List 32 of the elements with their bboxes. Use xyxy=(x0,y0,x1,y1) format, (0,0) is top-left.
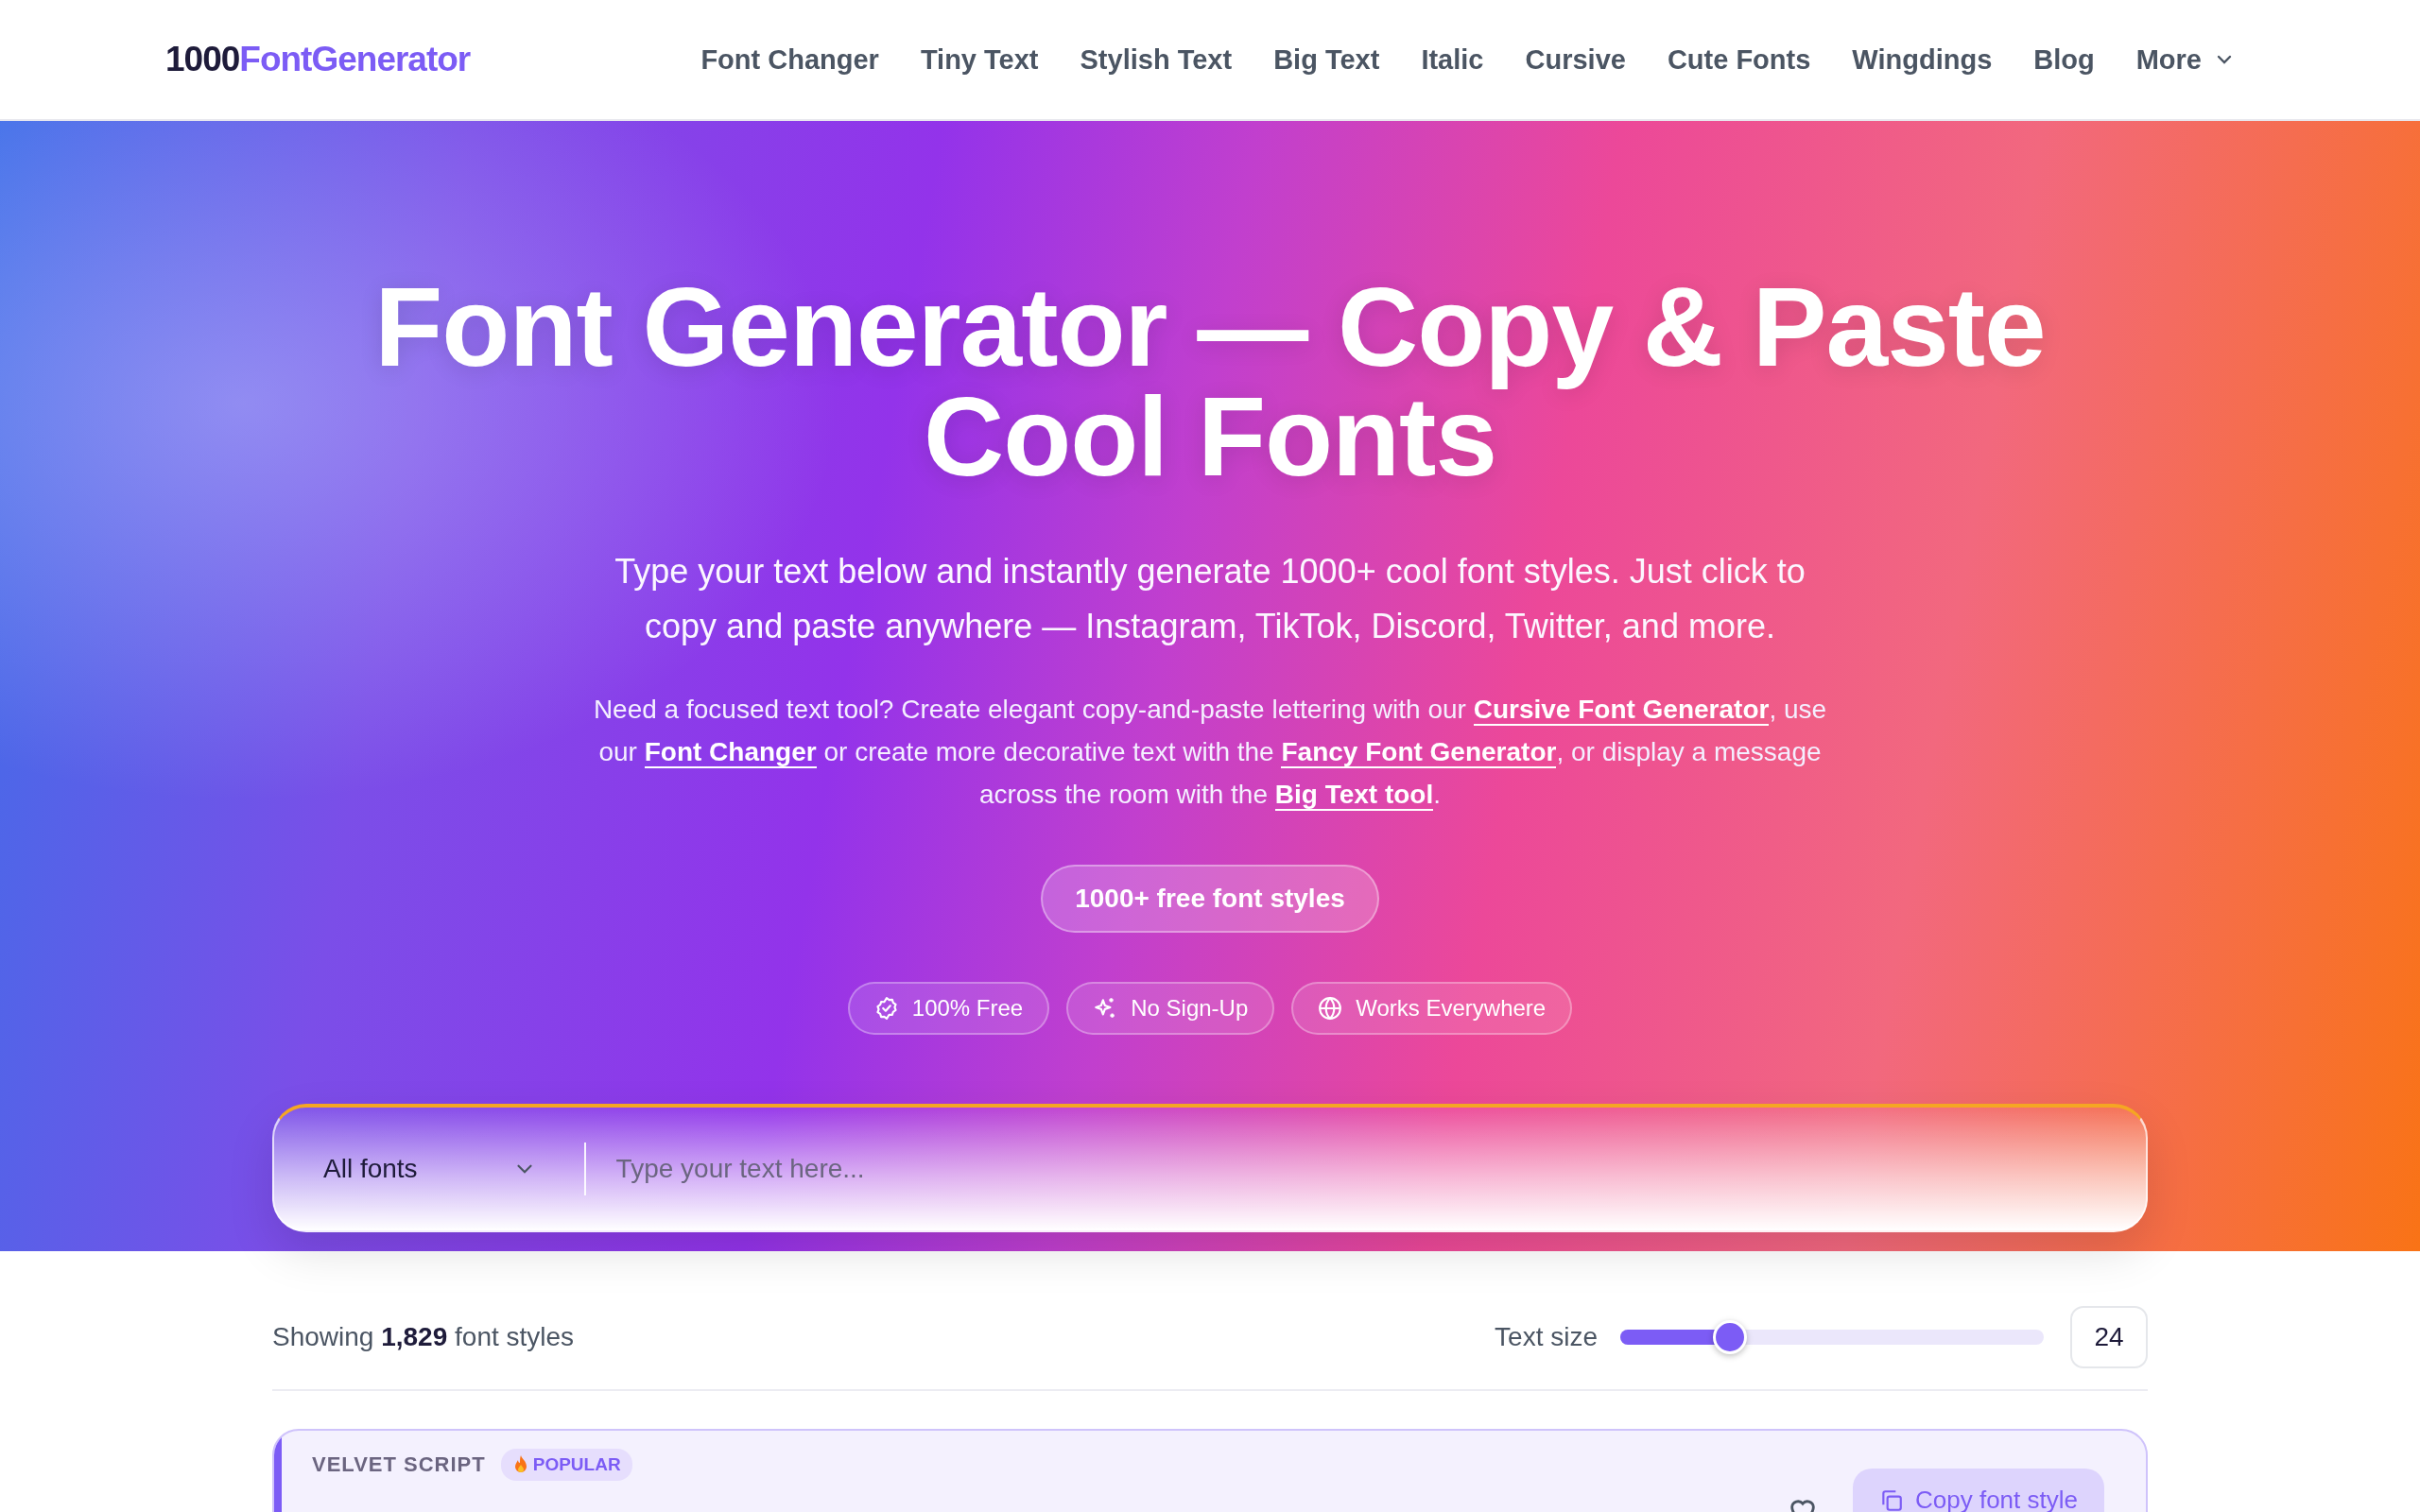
font-style-name: VELVET SCRIPT xyxy=(312,1452,486,1477)
copy-icon xyxy=(1879,1487,1904,1512)
nav-link[interactable]: Big Text xyxy=(1273,43,1380,76)
text-link[interactable]: Font Changer xyxy=(644,737,817,768)
text-size-slider[interactable] xyxy=(1620,1320,2044,1354)
nav-link[interactable]: Font Changer xyxy=(700,43,879,76)
text-size-label: Text size xyxy=(1495,1322,1598,1352)
hero-subtitle: Type your text below and instantly generate 1000+ cool font styles. Just click to copy and paste anywhere — Instagram, TikTok, Discord, Twitter, and more. xyxy=(614,551,1806,647)
text-link[interactable]: Fancy Font Generator xyxy=(1281,737,1557,768)
nav-link[interactable]: Italic xyxy=(1421,43,1484,76)
text-size-value[interactable]: 24 xyxy=(2070,1306,2148,1368)
feature-label: Works Everywhere xyxy=(1356,995,1547,1022)
globe-icon xyxy=(1318,996,1343,1021)
nav-link[interactable]: Tiny Text xyxy=(920,43,1039,76)
feature-label: 100% Free xyxy=(911,995,1024,1022)
slider-thumb[interactable] xyxy=(1713,1320,1748,1354)
nav-menu[interactable]: More xyxy=(2135,43,2236,76)
text-link[interactable]: Big Text tool xyxy=(1274,780,1434,811)
feature-label: No Sign-Up xyxy=(1131,995,1249,1022)
text-input-field[interactable]: Type your text here... xyxy=(585,1154,2146,1184)
page-title: Font Generator — Copy & Paste Cool Fonts xyxy=(373,272,2047,491)
popular-badge: POPULAR xyxy=(500,1449,632,1481)
results-count: Showing 1,829 font styles xyxy=(272,1322,575,1352)
check-badge-icon xyxy=(873,996,899,1021)
font-category-dropdown[interactable]: All fonts xyxy=(274,1143,586,1195)
logo[interactable]: 1000FontGenerator xyxy=(165,40,471,79)
nav-link[interactable]: Stylish Text xyxy=(1080,43,1233,76)
nav-link[interactable]: Cursive xyxy=(1525,43,1626,76)
nav-link[interactable]: Cute Fonts xyxy=(1667,43,1811,76)
nav-link[interactable]: Blog xyxy=(2033,43,2095,76)
intro-paragraph: Need a focused text tool? Create elegant copy-and-paste lettering with our Cursive Font Generator, use our Font Changer or create more decorative text with the Fancy Font Generator, or display a message across the room with the Big Text tool. xyxy=(592,694,1828,813)
nav-link[interactable]: Wingdings xyxy=(1852,43,1993,76)
